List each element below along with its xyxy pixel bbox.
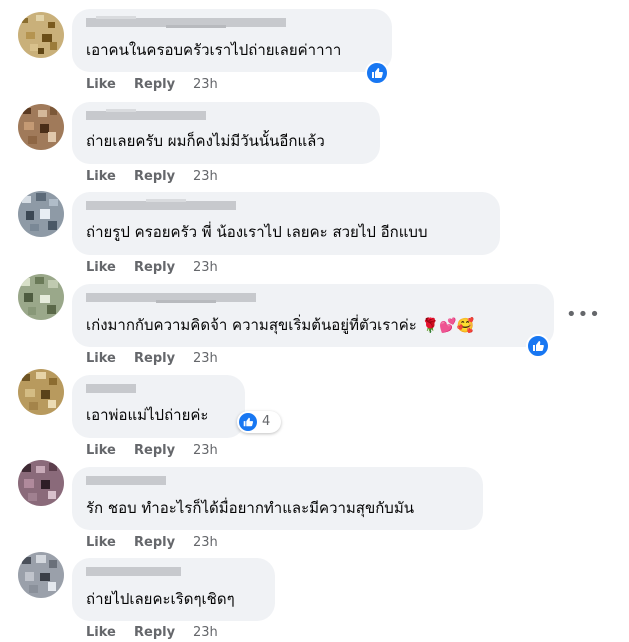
reply-action[interactable]: Reply — [134, 259, 175, 277]
avatar[interactable] — [18, 12, 64, 58]
comment-timestamp[interactable]: 23h — [193, 76, 218, 94]
avatar[interactable] — [18, 104, 64, 150]
reaction-count: 4 — [262, 414, 271, 429]
like-action[interactable]: Like — [86, 442, 116, 460]
comment-bubble: รัก ชอบ ทำอะไรก็ได้มื่อยากทำและมีความสุข… — [72, 467, 483, 530]
comment-bubble: ถ่ายไปเลยคะเริดๆเชิดๆ — [72, 558, 275, 621]
comment-text: เก่งมากกับความคิดจ้า ความสุขเริ่มต้นอยู่… — [86, 315, 474, 336]
like-action[interactable]: Like — [86, 168, 116, 186]
comment-4: เก่งมากกับความคิดจ้า ความสุขเริ่มต้นอยู่… — [0, 274, 629, 372]
like-action[interactable]: Like — [86, 624, 116, 642]
comment-timestamp[interactable]: 23h — [193, 168, 218, 186]
reply-action[interactable]: Reply — [134, 442, 175, 460]
reply-action[interactable]: Reply — [134, 534, 175, 552]
comment-text: เอาพ่อแม่ไปถ่ายค่ะ — [86, 406, 209, 424]
thumbs-up-icon — [533, 341, 544, 351]
comment-timestamp[interactable]: 23h — [193, 534, 218, 552]
like-action[interactable]: Like — [86, 534, 116, 552]
like-reaction-badge[interactable] — [526, 334, 550, 358]
reply-action[interactable]: Reply — [134, 76, 175, 94]
emoji-rose-hearts-smile: 🌹💕🥰 — [421, 318, 474, 334]
comment-bubble: เอาคนในครอบครัวเราไปถ่ายเลยค่าาาา — [72, 9, 392, 72]
comment-timestamp[interactable]: 23h — [193, 259, 218, 277]
reply-action[interactable]: Reply — [134, 168, 175, 186]
comment-text-body: เก่งมากกับความคิดจ้า ความสุขเริ่มต้นอยู่… — [86, 316, 417, 334]
comment-timestamp[interactable]: 23h — [193, 350, 218, 368]
reply-action[interactable]: Reply — [134, 624, 175, 642]
comment-2: ถ่ายเลยครับ ผมก็คงไม่มีวันนั้นอีกแล้ว Li… — [0, 96, 629, 188]
comment-bubble: เอาพ่อแม่ไปถ่ายค่ะ — [72, 375, 245, 438]
avatar[interactable] — [18, 274, 64, 320]
thumbs-up-icon — [372, 68, 383, 78]
like-action[interactable]: Like — [86, 76, 116, 94]
comment-timestamp[interactable]: 23h — [193, 624, 218, 642]
avatar[interactable] — [18, 460, 64, 506]
reaction-count-pill[interactable]: 4 — [237, 411, 281, 433]
comment-bubble: เก่งมากกับความคิดจ้า ความสุขเริ่มต้นอยู่… — [72, 284, 554, 347]
more-options-icon[interactable]: ••• — [566, 306, 600, 330]
author-name-blurred[interactable] — [86, 15, 286, 29]
avatar[interactable] — [18, 369, 64, 415]
comment-timestamp[interactable]: 23h — [193, 442, 218, 460]
comment-text: เอาคนในครอบครัวเราไปถ่ายเลยค่าาาา — [86, 41, 342, 59]
comment-text: รัก ชอบ ทำอะไรก็ได้มื่อยากทำและมีความสุข… — [86, 499, 414, 517]
comment-6: รัก ชอบ ทำอะไรก็ได้มื่อยากทำและมีความสุข… — [0, 460, 629, 556]
comment-text: ถ่ายไปเลยคะเริดๆเชิดๆ — [86, 590, 235, 608]
author-name-blurred[interactable] — [86, 290, 256, 304]
comment-text: ถ่ายรูป ครอยครัว พี่ น้องเราไป เลยคะ สวย… — [86, 223, 428, 241]
like-action[interactable]: Like — [86, 259, 116, 277]
avatar[interactable] — [18, 191, 64, 237]
comment-bubble: ถ่ายเลยครับ ผมก็คงไม่มีวันนั้นอีกแล้ว — [72, 102, 380, 164]
author-name-blurred[interactable] — [86, 473, 166, 487]
comment-1: เอาคนในครอบครัวเราไปถ่ายเลยค่าาาา Like R… — [0, 0, 629, 96]
like-reaction-badge[interactable] — [365, 61, 389, 85]
comment-bubble: ถ่ายรูป ครอยครัว พี่ น้องเราไป เลยคะ สวย… — [72, 192, 500, 255]
like-reaction-badge — [239, 413, 257, 431]
author-name-blurred[interactable] — [86, 381, 136, 395]
reply-action[interactable]: Reply — [134, 350, 175, 368]
comment-3: ถ่ายรูป ครอยครัว พี่ น้องเราไป เลยคะ สวย… — [0, 188, 629, 280]
comment-text: ถ่ายเลยครับ ผมก็คงไม่มีวันนั้นอีกแล้ว — [86, 132, 325, 150]
author-name-blurred[interactable] — [86, 198, 236, 212]
avatar[interactable] — [18, 552, 64, 598]
author-name-blurred[interactable] — [86, 108, 206, 122]
comment-5: เอาพ่อแม่ไปถ่ายค่ะ 4 Like Reply 23h — [0, 369, 629, 464]
author-name-blurred[interactable] — [86, 564, 181, 578]
comment-7: ถ่ายไปเลยคะเริดๆเชิดๆ Like Reply 23h — [0, 552, 629, 642]
thumbs-up-icon — [243, 417, 254, 427]
like-action[interactable]: Like — [86, 350, 116, 368]
